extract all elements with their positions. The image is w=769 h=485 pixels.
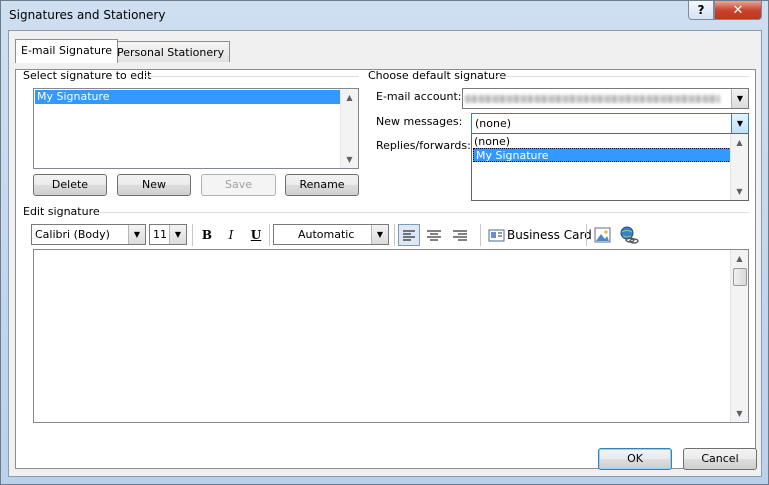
- bold-button[interactable]: B: [196, 224, 218, 246]
- group-divider: [95, 212, 749, 213]
- select-signature-label: Select signature to edit: [23, 69, 152, 82]
- toolbar-separator: [586, 224, 587, 246]
- font-size-combo[interactable]: 11 ▼: [149, 224, 187, 245]
- picture-icon: [594, 227, 611, 243]
- align-center-button[interactable]: [423, 224, 445, 246]
- business-card-button[interactable]: Business Card: [486, 224, 592, 246]
- business-card-label: Business Card: [507, 228, 592, 242]
- default-signature-label: Choose default signature: [368, 69, 507, 82]
- edit-signature-label: Edit signature: [23, 205, 100, 218]
- tab-label: E-mail Signature: [21, 44, 113, 57]
- window-title: Signatures and Stationery: [9, 8, 166, 22]
- chevron-down-icon[interactable]: ▼: [169, 225, 186, 244]
- scroll-down-icon[interactable]: ▼: [731, 405, 748, 422]
- save-button[interactable]: Save: [201, 174, 276, 196]
- signature-editor[interactable]: ▲ ▼: [33, 249, 749, 423]
- toolbar-separator: [192, 224, 193, 246]
- tab-email-signature[interactable]: E-mail Signature: [15, 39, 119, 63]
- signature-list[interactable]: My Signature ▲ ▼: [33, 88, 359, 169]
- editor-scrollbar[interactable]: ▲ ▼: [730, 250, 748, 422]
- toolbar-separator: [394, 224, 395, 246]
- chevron-down-icon[interactable]: ▼: [731, 89, 748, 108]
- close-button[interactable]: ✕: [714, 1, 762, 20]
- insert-picture-button[interactable]: [592, 224, 614, 246]
- tab-label: Personal Stationery: [117, 46, 225, 59]
- scroll-down-icon[interactable]: ▼: [341, 151, 358, 168]
- new-messages-dropdown-list[interactable]: (none) My Signature ▲ ▼: [471, 133, 749, 201]
- tab-personal-stationery[interactable]: Personal Stationery: [111, 41, 231, 62]
- email-account-combo[interactable]: ▼: [462, 88, 749, 109]
- chevron-down-icon[interactable]: ▼: [371, 225, 388, 244]
- new-messages-value: (none): [475, 117, 512, 130]
- dialog-window: Signatures and Stationery ? ✕ E-mail Sig…: [0, 0, 769, 485]
- list-item[interactable]: My Signature: [35, 90, 341, 104]
- align-right-button[interactable]: [449, 224, 471, 246]
- dropdown-option-label: My Signature: [476, 149, 549, 162]
- dialog-client: E-mail Signature Personal Stationery Sel…: [8, 30, 762, 477]
- toolbar-separator: [480, 224, 481, 246]
- align-left-icon: [403, 230, 415, 241]
- group-divider: [495, 76, 749, 77]
- new-messages-label: New messages:: [376, 115, 463, 128]
- replies-forwards-label: Replies/forwards:: [376, 139, 471, 152]
- group-divider: [145, 76, 359, 77]
- email-account-label: E-mail account:: [376, 90, 462, 103]
- help-icon: ?: [697, 3, 705, 17]
- new-messages-combo[interactable]: (none) ▼: [471, 113, 749, 134]
- align-right-icon: [453, 230, 467, 241]
- hyperlink-icon: [620, 226, 639, 244]
- business-card-icon: [488, 229, 505, 242]
- toolbar-separator: [269, 224, 270, 246]
- font-combo[interactable]: Calibri (Body) ▼: [31, 224, 146, 245]
- dropdown-option-highlighted[interactable]: My Signature: [473, 148, 731, 162]
- chevron-down-icon[interactable]: ▼: [731, 114, 748, 133]
- font-value: Calibri (Body): [35, 228, 110, 241]
- dropdown-option[interactable]: (none): [474, 135, 510, 148]
- scroll-up-icon[interactable]: ▲: [341, 89, 358, 106]
- font-color-combo[interactable]: Automatic ▼: [273, 224, 389, 245]
- align-center-icon: [427, 230, 441, 241]
- scroll-up-icon[interactable]: ▲: [731, 134, 748, 151]
- ok-button[interactable]: OK: [598, 448, 672, 470]
- scroll-thumb[interactable]: [733, 268, 747, 286]
- align-left-button[interactable]: [398, 224, 420, 246]
- list-item-label: My Signature: [37, 90, 110, 103]
- chevron-down-icon[interactable]: ▼: [128, 225, 145, 244]
- title-bar[interactable]: Signatures and Stationery ? ✕: [1, 1, 768, 29]
- cancel-button[interactable]: Cancel: [683, 448, 757, 470]
- italic-button[interactable]: I: [220, 224, 242, 246]
- redacted-account-text: [465, 95, 720, 103]
- dropdown-scrollbar[interactable]: ▲ ▼: [730, 134, 748, 200]
- help-button[interactable]: ?: [688, 1, 714, 20]
- delete-button[interactable]: Delete: [33, 174, 107, 196]
- font-color-value: Automatic: [298, 228, 355, 241]
- rename-button[interactable]: Rename: [285, 174, 359, 196]
- new-button[interactable]: New: [117, 174, 191, 196]
- insert-hyperlink-button[interactable]: [617, 224, 639, 246]
- signature-list-scrollbar[interactable]: ▲ ▼: [340, 89, 358, 168]
- font-size-value: 11: [153, 228, 167, 241]
- underline-button[interactable]: U: [245, 224, 267, 246]
- scroll-down-icon[interactable]: ▼: [731, 183, 748, 200]
- close-icon: ✕: [732, 2, 744, 18]
- scroll-up-icon[interactable]: ▲: [731, 250, 748, 267]
